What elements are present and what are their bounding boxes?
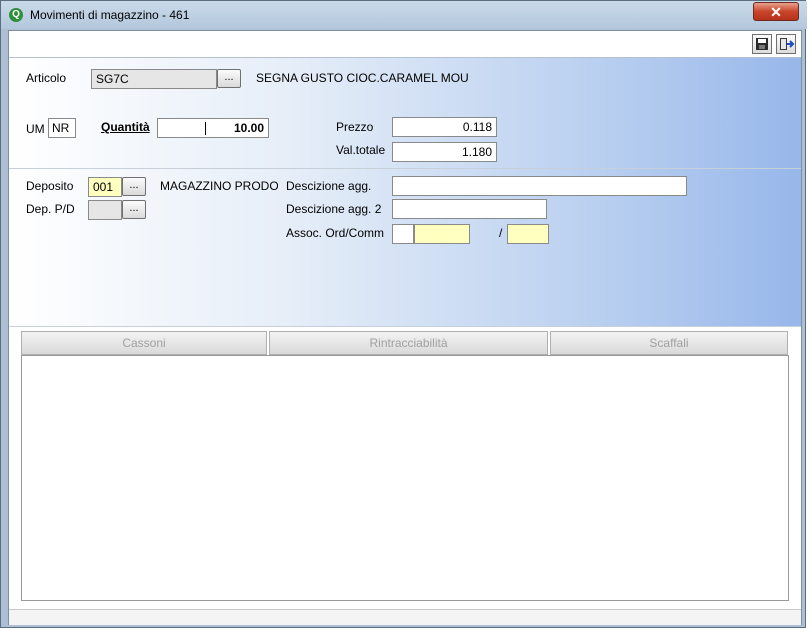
tab-content-panel — [21, 355, 789, 601]
title-bar[interactable]: Q Movimenti di magazzino - 461 ✕ — [1, 1, 807, 29]
descr-agg2-field[interactable] — [392, 199, 547, 219]
status-bar — [9, 609, 801, 625]
articolo-lookup-button[interactable]: ... — [217, 69, 241, 88]
window-title: Movimenti di magazzino - 461 — [30, 8, 190, 22]
articolo-code-field[interactable]: SG7C — [91, 69, 217, 89]
text-cursor — [205, 122, 206, 135]
save-icon — [756, 38, 768, 50]
articolo-label: Articolo — [26, 71, 67, 85]
assoc-type-field[interactable] — [392, 224, 414, 244]
assoc-order-field[interactable] — [414, 224, 470, 244]
um-field[interactable]: NR — [48, 118, 76, 138]
deposito-label: Deposito — [26, 179, 74, 193]
article-panel: Articolo SG7C ... SEGNA GUSTO CIOC.CARAM… — [9, 58, 801, 169]
exit-door-icon — [780, 38, 795, 50]
prezzo-field[interactable]: 0.118 — [392, 117, 497, 137]
um-label: UM — [26, 122, 45, 136]
save-button[interactable] — [752, 34, 772, 54]
assoc-line-field[interactable] — [507, 224, 549, 244]
client-area: Articolo SG7C ... SEGNA GUSTO CIOC.CARAM… — [8, 30, 802, 625]
deposito-lookup-button[interactable]: ... — [122, 177, 146, 196]
valtotale-field[interactable]: 1.180 — [392, 142, 497, 162]
descr-agg2-label: Descizione agg. 2 — [286, 202, 382, 216]
deposito-description: MAGAZZINO PRODOT — [160, 179, 278, 193]
dep-pd-code-field[interactable] — [88, 200, 122, 220]
main-window: Q Movimenti di magazzino - 461 ✕ Articol… — [0, 0, 807, 628]
assoc-label: Assoc. Ord/Comm — [286, 226, 385, 240]
assoc-separator: / — [499, 226, 503, 240]
tab-cassoni[interactable]: Cassoni — [21, 331, 267, 355]
quantita-label: Quantità — [101, 120, 150, 134]
descr-agg-field[interactable] — [392, 176, 687, 196]
dep-pd-lookup-button[interactable]: ... — [122, 200, 146, 219]
tabs-area: Cassoni Rintracciabilità Scaffali — [9, 328, 801, 610]
tab-rintracciabilita[interactable]: Rintracciabilità — [269, 331, 548, 355]
descr-agg-label: Descizione agg. — [286, 179, 372, 193]
quantita-field[interactable]: 10.00 — [157, 118, 269, 138]
app-logo-icon: Q — [9, 8, 23, 22]
valtotale-label: Val.totale — [336, 143, 386, 157]
toolbar — [9, 31, 801, 58]
deposit-panel: Deposito 001 ... MAGAZZINO PRODOT Dep. P… — [9, 169, 801, 327]
deposito-code-field[interactable]: 001 — [88, 177, 122, 197]
dep-pd-label: Dep. P/D — [26, 202, 75, 216]
tab-scaffali[interactable]: Scaffali — [550, 331, 788, 355]
prezzo-label: Prezzo — [336, 120, 374, 134]
exit-button[interactable] — [776, 34, 796, 54]
articolo-description: SEGNA GUSTO CIOC.CARAMEL MOU — [256, 71, 469, 85]
close-button[interactable]: ✕ — [753, 2, 799, 21]
